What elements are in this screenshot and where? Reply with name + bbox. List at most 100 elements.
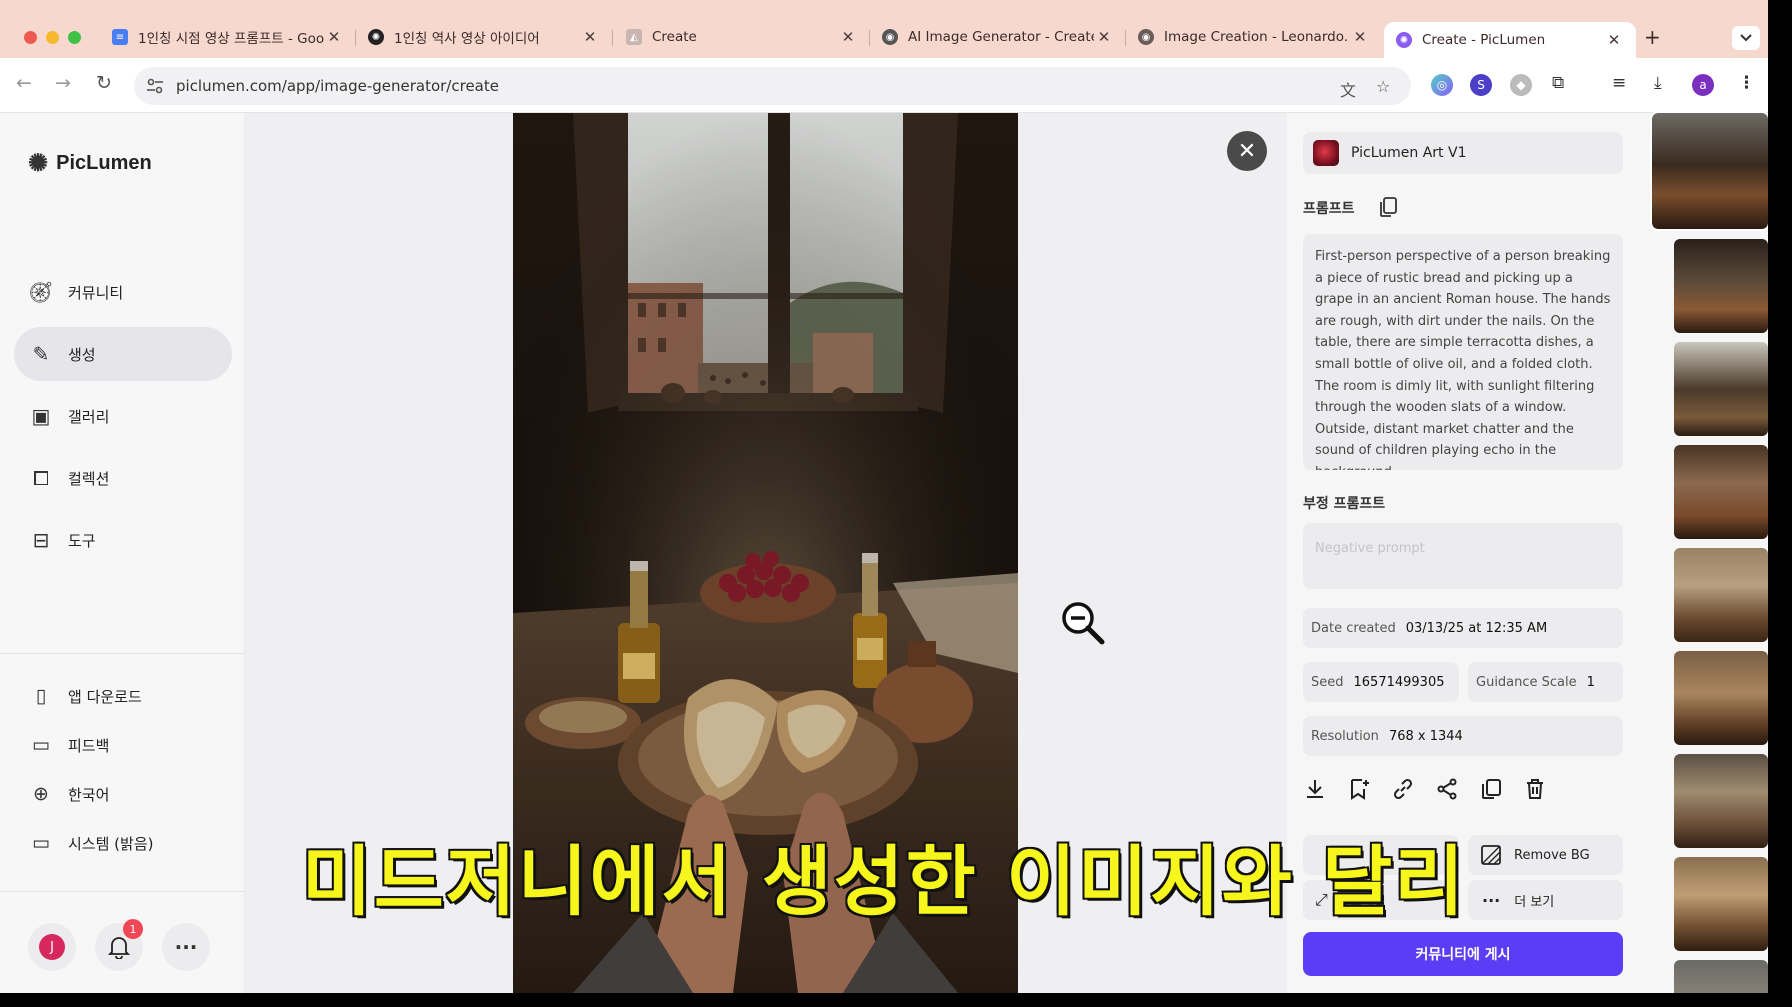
- zoom-out-icon[interactable]: [1058, 598, 1108, 648]
- negative-prompt-input[interactable]: [1315, 541, 1611, 556]
- profile-initial: a: [1699, 78, 1707, 92]
- feedback-icon: ▭: [32, 734, 50, 756]
- resolution-label: Resolution: [1311, 728, 1379, 744]
- user-avatar-button[interactable]: J: [28, 923, 76, 971]
- guidance-label: Guidance Scale: [1476, 674, 1577, 690]
- screen: ≡ 1인칭 시점 영상 프롬프트 - Goo ✕ ✺ 1인칭 역사 영상 아이디…: [0, 0, 1768, 993]
- address-bar[interactable]: piclumen.com/app/image-generator/create …: [134, 67, 1411, 105]
- compass-icon: 🧭︎: [28, 280, 54, 304]
- tab-separator: [612, 30, 613, 46]
- browser-tab[interactable]: ≡ 1인칭 시점 영상 프롬프트 - Goo ✕: [112, 22, 344, 52]
- sidebar-item-label: 컬렉션: [68, 469, 110, 488]
- browser-tab[interactable]: ✺ 1인칭 역사 영상 아이디어 ✕: [368, 22, 600, 52]
- url-text: piclumen.com/app/image-generator/create: [176, 77, 499, 95]
- tab-close-icon[interactable]: ✕: [1350, 28, 1370, 46]
- sidebar-link-language[interactable]: ⊕ 한국어: [28, 783, 109, 805]
- sidebar-item-community[interactable]: 🧭︎ 커뮤니티: [14, 265, 232, 319]
- browser-tab-active[interactable]: ✺ Create - PicLumen ✕: [1384, 22, 1636, 58]
- profile-avatar[interactable]: a: [1692, 74, 1714, 96]
- prompt-text: First-person perspective of a person bre…: [1303, 234, 1623, 470]
- tab-title: Create - PicLumen: [1422, 32, 1546, 48]
- more-dots-icon: ···: [174, 935, 198, 959]
- leonardo-icon: ◉: [1138, 29, 1154, 45]
- seed-chip: Seed 16571499305: [1303, 662, 1459, 702]
- sidebar-item-label: 커뮤니티: [68, 283, 124, 302]
- negative-prompt-label: 부정 프롬프트: [1303, 496, 1386, 512]
- share-icon[interactable]: [1435, 777, 1459, 801]
- pen-icon: ✎: [32, 342, 50, 366]
- new-tab-button[interactable]: +: [1644, 22, 1666, 52]
- download-icon[interactable]: ⤓: [1654, 73, 1662, 93]
- bookmark-add-icon[interactable]: [1347, 777, 1371, 801]
- extension-s-icon[interactable]: S: [1470, 74, 1492, 96]
- guidance-chip: Guidance Scale 1: [1468, 662, 1623, 702]
- sidebar-item-gallery[interactable]: ▣ 갤러리: [14, 389, 232, 443]
- bookmark-star-icon[interactable]: ☆: [1376, 77, 1390, 96]
- piclumen-logo-icon: ✺: [28, 150, 49, 177]
- browser-menu-icon[interactable]: ⋮: [1738, 73, 1755, 93]
- minimize-window-button[interactable]: [46, 31, 59, 44]
- copy-prompt-icon[interactable]: [1379, 197, 1397, 217]
- extension-gradient-icon[interactable]: ◎: [1431, 74, 1453, 96]
- link-icon[interactable]: [1391, 777, 1415, 801]
- reading-list-icon[interactable]: ≡: [1612, 73, 1626, 93]
- reload-icon[interactable]: ↻: [96, 72, 112, 94]
- thumbnail[interactable]: [1674, 960, 1768, 993]
- browser-tab[interactable]: ◉ Image Creation - Leonardo. ✕: [1138, 22, 1370, 52]
- trash-icon[interactable]: [1523, 777, 1547, 801]
- browser-tab[interactable]: ◉ AI Image Generator - Create ✕: [882, 22, 1114, 52]
- date-created-label: Date created: [1311, 620, 1396, 636]
- sidebar-item-create[interactable]: ✎ 생성: [14, 327, 232, 381]
- forward-icon[interactable]: →: [55, 72, 71, 94]
- negative-prompt-field[interactable]: [1303, 523, 1623, 589]
- model-chip: PicLumen Art V1: [1303, 132, 1623, 174]
- copy-icon[interactable]: [1479, 777, 1503, 801]
- tab-separator: [1125, 30, 1126, 46]
- sidebar-link-feedback[interactable]: ▭ 피드백: [28, 734, 109, 756]
- guidance-value: 1: [1586, 674, 1595, 690]
- thumbnail-selected[interactable]: [1650, 111, 1768, 231]
- resolution-value: 768 x 1344: [1388, 728, 1463, 744]
- back-icon[interactable]: ←: [16, 72, 32, 94]
- create-site-icon: ◭: [626, 29, 642, 45]
- thumbnail[interactable]: [1674, 342, 1768, 436]
- browser-tab[interactable]: ◭ Create ✕: [626, 22, 858, 52]
- tab-close-icon[interactable]: ✕: [1604, 31, 1624, 49]
- download-icon[interactable]: [1303, 777, 1327, 801]
- docs-icon: ≡: [112, 29, 128, 45]
- chatgpt-icon: ✺: [368, 29, 384, 45]
- close-window-button[interactable]: [24, 31, 37, 44]
- tab-close-icon[interactable]: ✕: [838, 28, 858, 46]
- tab-separator: [869, 30, 870, 46]
- thumbnail[interactable]: [1674, 651, 1768, 745]
- action-bar: [1303, 777, 1623, 807]
- prompt-label: 프롬프트: [1303, 201, 1355, 217]
- sidebar-link-label: 앱 다운로드: [68, 687, 142, 706]
- site-settings-icon[interactable]: [146, 78, 164, 94]
- piclumen-icon: ✺: [1396, 32, 1412, 48]
- piclumen-logo[interactable]: ✺ PicLumen: [28, 149, 152, 178]
- translate-icon[interactable]: 文: [1340, 77, 1356, 101]
- thumbnail[interactable]: [1674, 445, 1768, 539]
- extensions-puzzle-icon[interactable]: ⧉: [1552, 73, 1564, 93]
- tab-search-button[interactable]: [1732, 26, 1760, 50]
- sidebar-item-tools[interactable]: ⊟ 도구: [14, 513, 232, 567]
- sidebar-link-label: 피드백: [68, 736, 110, 755]
- thumbnail[interactable]: [1674, 548, 1768, 642]
- extension-gray-icon[interactable]: ◆: [1510, 74, 1532, 96]
- sidebar-link-app-download[interactable]: ▯ 앱 다운로드: [28, 685, 142, 707]
- tab-close-icon[interactable]: ✕: [324, 28, 344, 46]
- post-to-community-button[interactable]: 커뮤니티에 게시: [1303, 932, 1623, 976]
- close-viewer-button[interactable]: ✕: [1227, 131, 1267, 171]
- more-options-button[interactable]: ···: [162, 923, 210, 971]
- notifications-button[interactable]: 1: [95, 919, 143, 971]
- tab-close-icon[interactable]: ✕: [1094, 28, 1114, 46]
- thumbnail[interactable]: [1674, 239, 1768, 333]
- video-subtitle: 미드저니에서 생성한 이미지와 달리: [300, 836, 1467, 928]
- tab-separator: [355, 30, 356, 46]
- tab-close-icon[interactable]: ✕: [580, 28, 600, 46]
- avatar-initial: J: [50, 939, 54, 955]
- sidebar-item-collection[interactable]: ⧠ 컬렉션: [14, 451, 232, 505]
- seed-value: 16571499305: [1353, 674, 1445, 690]
- maximize-window-button[interactable]: [68, 31, 81, 44]
